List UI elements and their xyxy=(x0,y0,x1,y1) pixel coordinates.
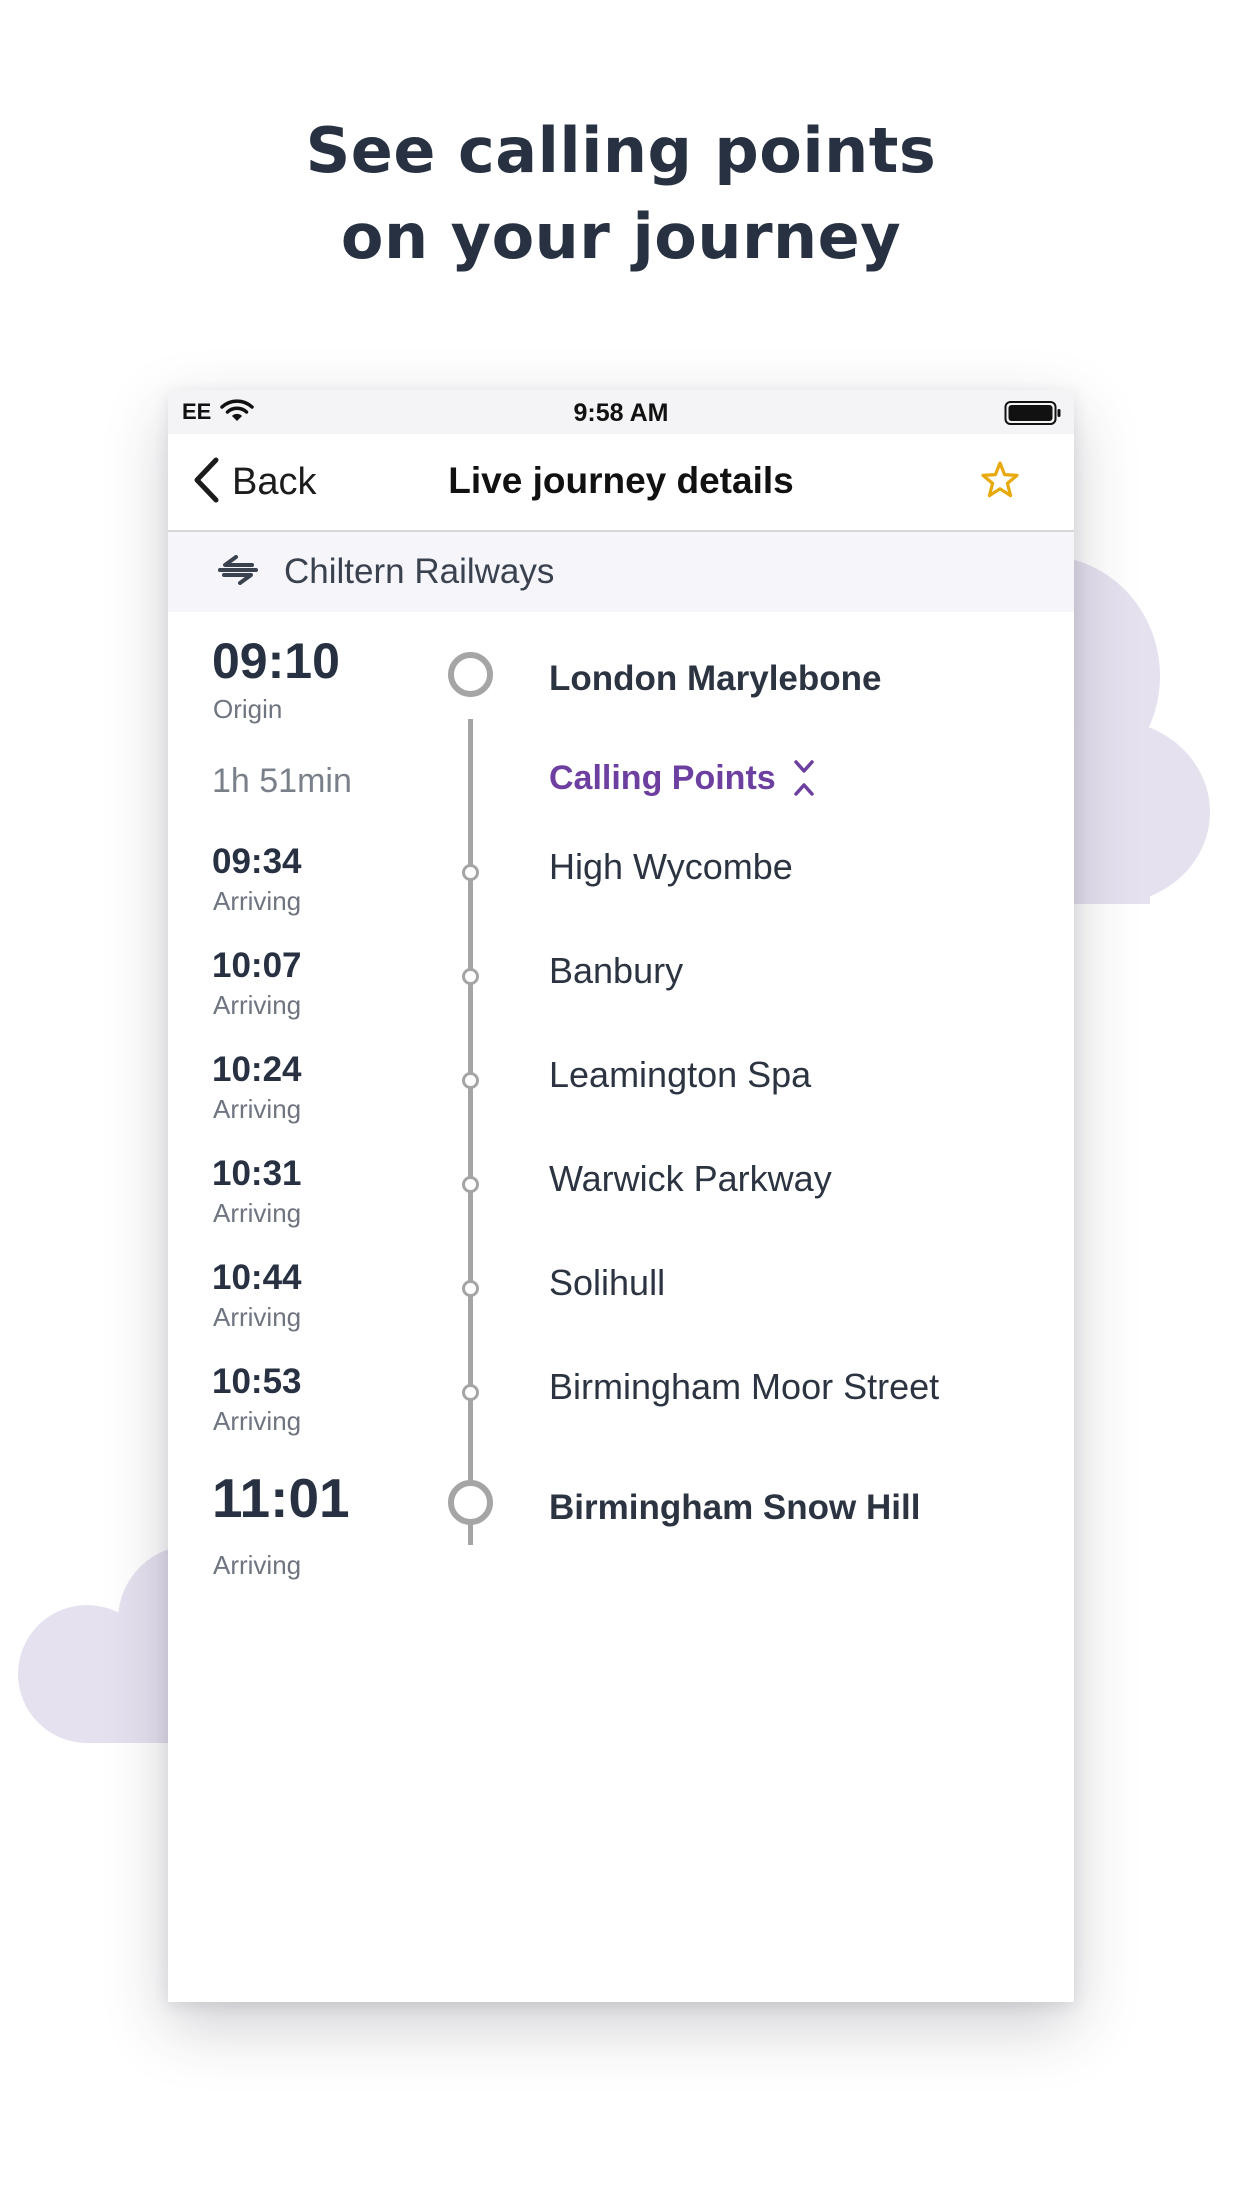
origin-label: Origin xyxy=(213,694,283,724)
phone-screen: EE 9:58 AM Back Live journey details Chi… xyxy=(168,390,1074,2002)
stop-station: Warwick Parkway xyxy=(549,1158,832,1199)
stop-marker xyxy=(462,1280,479,1297)
stop-time: 10:07 xyxy=(212,946,302,985)
star-icon xyxy=(980,461,1020,504)
status-time: 9:58 AM xyxy=(573,399,669,427)
calling-points-label: Calling Points xyxy=(549,758,776,797)
stop-marker xyxy=(462,1384,479,1401)
stop-status: Arriving xyxy=(213,1406,302,1436)
journey-duration: 1h 51min xyxy=(212,762,352,800)
origin-station: London Marylebone xyxy=(549,659,882,698)
stop-marker xyxy=(462,864,479,881)
destination-station: Birmingham Snow Hill xyxy=(549,1488,921,1527)
origin-marker xyxy=(448,652,493,697)
calling-points-toggle[interactable]: Calling Points xyxy=(549,758,816,798)
status-bar: EE 9:58 AM xyxy=(168,390,1074,434)
national-rail-icon xyxy=(216,554,260,590)
stop-marker xyxy=(462,1072,479,1089)
stop-time: 10:24 xyxy=(212,1050,302,1089)
operator-banner: Chiltern Railways xyxy=(168,532,1074,612)
stop-station: Leamington Spa xyxy=(549,1054,812,1095)
stop-time: 09:34 xyxy=(212,842,302,881)
stop-status: Arriving xyxy=(213,1198,302,1228)
stop-station: Birmingham Moor Street xyxy=(549,1366,940,1407)
destination-time: 11:01 xyxy=(212,1467,350,1529)
stop-time: 10:44 xyxy=(212,1258,302,1297)
stop-marker xyxy=(462,968,479,985)
headline-line-1: See calling points xyxy=(305,114,937,187)
stop-station: Banbury xyxy=(549,950,684,991)
page-title: Live journey details xyxy=(448,460,794,501)
favorite-button[interactable] xyxy=(980,460,1020,505)
stop-station: High Wycombe xyxy=(549,846,793,887)
journey-timeline: 09:10 Origin London Marylebone 1h 51min … xyxy=(168,612,1074,2002)
destination-marker xyxy=(448,1480,493,1525)
navigation-bar: Back Live journey details xyxy=(168,434,1074,532)
stop-status: Arriving xyxy=(213,1094,302,1124)
operator-name: Chiltern Railways xyxy=(284,552,555,591)
battery-icon xyxy=(1004,400,1062,433)
stop-time: 10:31 xyxy=(212,1154,302,1193)
timeline-line xyxy=(468,719,473,1545)
stop-time: 10:53 xyxy=(212,1362,302,1401)
origin-time: 09:10 xyxy=(212,633,340,689)
headline-line-2: on your journey xyxy=(340,200,902,273)
stop-marker xyxy=(462,1176,479,1193)
marketing-headline: See calling points on your journey xyxy=(0,108,1242,280)
stop-station: Solihull xyxy=(549,1262,666,1303)
stop-status: Arriving xyxy=(213,990,302,1020)
stop-status: Arriving xyxy=(213,886,302,916)
stop-status: Arriving xyxy=(213,1302,302,1332)
destination-label: Arriving xyxy=(213,1550,302,1580)
collapse-chevrons-icon xyxy=(792,758,816,798)
